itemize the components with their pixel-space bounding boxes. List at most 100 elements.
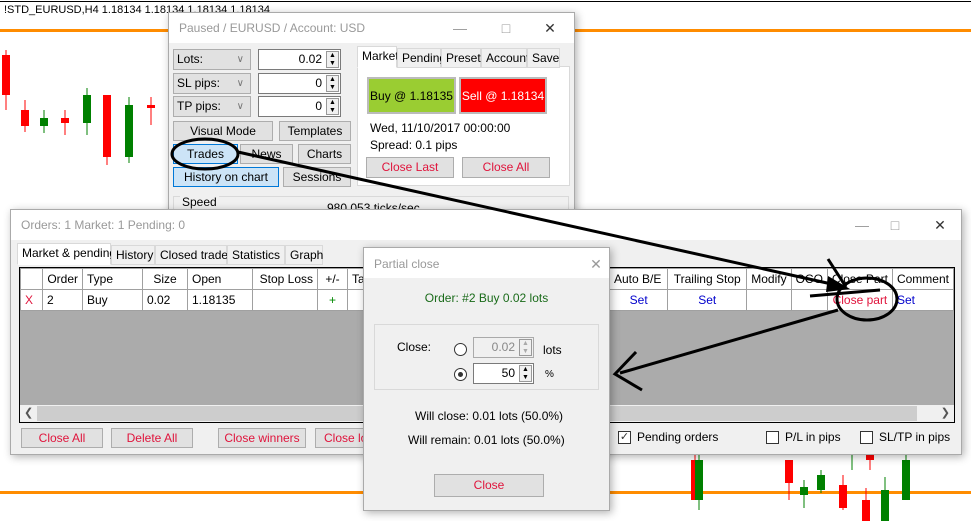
col-header[interactable]: +/-	[317, 268, 348, 290]
comment-link[interactable]: Set	[891, 289, 954, 311]
modify-cell[interactable]	[746, 289, 792, 311]
charts-button[interactable]: Charts	[298, 144, 351, 164]
col-header[interactable]: Open	[187, 268, 253, 290]
lots-value: 0.02	[298, 52, 322, 66]
lots-combo[interactable]: Lots: ∨	[173, 49, 251, 70]
close-winners-button[interactable]: Close winners	[218, 428, 306, 448]
spin-arrows-icon[interactable]: ▲ ▼	[326, 75, 339, 92]
candle-body	[61, 118, 70, 123]
tab-account[interactable]: Account	[481, 48, 529, 68]
tab-statistics[interactable]: Statistics	[227, 245, 285, 265]
percent-radio[interactable]	[454, 368, 467, 381]
col-header[interactable]: Auto B/E	[608, 268, 669, 290]
col-header[interactable]: Order	[42, 268, 83, 290]
partial-percent-input[interactable]: 50 ▲ ▼	[473, 363, 534, 384]
col-header[interactable]: Type	[82, 268, 143, 290]
header-row: Auto B/E Trailing Stop Modify OCO Close …	[608, 268, 954, 290]
candle-body	[125, 105, 134, 157]
sl-label: SL pips:	[177, 76, 220, 90]
trades-titlebar[interactable]: Orders: 1 Market: 1 Pending: 0 — □ ✕	[11, 210, 961, 240]
minimize-icon[interactable]: —	[853, 216, 871, 234]
tp-input[interactable]: 0 ▲ ▼	[258, 96, 341, 117]
partial-lots-input[interactable]: 0.02 ▲ ▼	[473, 337, 534, 358]
datetime-label: Wed, 11/10/2017 00:00:00	[370, 121, 511, 135]
close-last-button[interactable]: Close Last	[366, 157, 454, 178]
candlestick	[102, 95, 111, 165]
partial-close-button[interactable]: Close	[434, 474, 544, 497]
tab-pending[interactable]: Pending	[397, 48, 446, 68]
sltp-in-pips-checkbox[interactable]	[860, 431, 873, 444]
sessions-button[interactable]: Sessions	[283, 167, 351, 187]
maximize-icon[interactable]: □	[497, 19, 515, 37]
spin-arrows-icon[interactable]: ▲ ▼	[519, 339, 532, 356]
tab-market-pending[interactable]: Market & pending	[17, 243, 116, 265]
tab-closed-trades[interactable]: Closed trades	[155, 245, 234, 265]
trades-window-title: Orders: 1 Market: 1 Pending: 0	[21, 218, 186, 232]
plus-minus-cell[interactable]: +	[317, 289, 348, 311]
stop-loss-cell[interactable]	[252, 289, 318, 311]
candle-body	[816, 475, 825, 490]
sell-button[interactable]: Sell @ 1.18134	[459, 77, 547, 114]
col-header[interactable]: OCO	[790, 268, 828, 290]
col-header[interactable]: Comment	[891, 268, 954, 290]
open-cell: 1.18135	[187, 289, 253, 311]
control-titlebar[interactable]: Paused / EURUSD / Account: USD — □ ✕	[169, 13, 574, 43]
history-on-chart-button[interactable]: History on chart	[173, 167, 279, 187]
spin-arrows-icon[interactable]: ▲ ▼	[326, 98, 339, 115]
pl-in-pips-checkbox[interactable]	[766, 431, 779, 444]
tab-market[interactable]: Market	[357, 46, 399, 68]
maximize-icon[interactable]: □	[886, 216, 904, 234]
close-part-link[interactable]: Close part	[826, 289, 893, 311]
candle-body	[839, 485, 847, 508]
spin-arrows-icon[interactable]: ▲ ▼	[326, 51, 339, 68]
col-header[interactable]: Modify	[746, 268, 792, 290]
partial-lots-value: 0.02	[491, 340, 515, 354]
tab-history[interactable]: History	[111, 245, 155, 265]
visual-mode-button[interactable]: Visual Mode	[173, 121, 273, 141]
partial-close-titlebar[interactable]: Partial close ✕	[364, 248, 609, 278]
spread-label: Spread: 0.1 pips	[370, 138, 458, 152]
orders-table-left: Order Type Size Open Stop Loss +/- Ta X …	[20, 268, 388, 311]
tab-save[interactable]: Save	[527, 48, 560, 68]
col-header[interactable]: Close Part	[826, 268, 893, 290]
spin-arrows-icon[interactable]: ▲ ▼	[519, 365, 532, 382]
trades-button[interactable]: Trades	[173, 144, 238, 164]
lots-input[interactable]: 0.02 ▲ ▼	[258, 49, 341, 70]
col-header[interactable]: Stop Loss	[252, 268, 318, 290]
pending-orders-checkbox[interactable]: ✓	[618, 431, 631, 444]
close-icon[interactable]: ✕	[587, 255, 605, 273]
candle-body	[146, 105, 155, 108]
oco-cell[interactable]	[790, 289, 828, 311]
auto-be-link[interactable]: Set	[608, 289, 669, 311]
sl-combo[interactable]: SL pips: ∨	[173, 73, 251, 94]
close-options-group: Close: 0.02 ▲ ▼ lots 50 ▲ ▼ %	[374, 324, 599, 390]
close-order-icon[interactable]: X	[20, 289, 43, 311]
scroll-right-icon[interactable]: ❯	[941, 406, 950, 419]
delete-all-button[interactable]: Delete All	[111, 428, 193, 448]
table-row[interactable]: Set Set Close part Set	[608, 289, 954, 311]
scroll-left-icon[interactable]: ❮	[24, 406, 33, 419]
tab-graph[interactable]: Graph	[285, 245, 323, 265]
pending-orders-label: Pending orders	[637, 430, 719, 444]
candle-body	[2, 55, 10, 95]
tab-presets[interactable]: Presets	[441, 48, 487, 68]
col-header[interactable]	[20, 268, 43, 290]
lots-radio[interactable]	[454, 343, 467, 356]
col-header[interactable]: Size	[142, 268, 188, 290]
templates-button[interactable]: Templates	[279, 121, 351, 141]
trailing-stop-link[interactable]: Set	[667, 289, 748, 311]
minimize-icon[interactable]: —	[451, 19, 469, 37]
candle-wick	[150, 97, 152, 125]
close-all-trades-button[interactable]: Close All	[21, 428, 103, 448]
col-header[interactable]: Trailing Stop	[667, 268, 748, 290]
close-icon[interactable]: ✕	[541, 19, 559, 37]
close-all-button[interactable]: Close All	[462, 157, 550, 178]
table-row[interactable]: X 2 Buy 0.02 1.18135 +	[20, 289, 388, 311]
buy-button[interactable]: Buy @ 1.18135	[367, 77, 456, 114]
lots-label: Lots:	[177, 52, 204, 66]
tp-combo[interactable]: TP pips: ∨	[173, 96, 251, 117]
news-button[interactable]: News	[240, 144, 293, 164]
sl-input[interactable]: 0 ▲ ▼	[258, 73, 341, 94]
close-icon[interactable]: ✕	[931, 216, 949, 234]
candlestick	[785, 460, 793, 500]
